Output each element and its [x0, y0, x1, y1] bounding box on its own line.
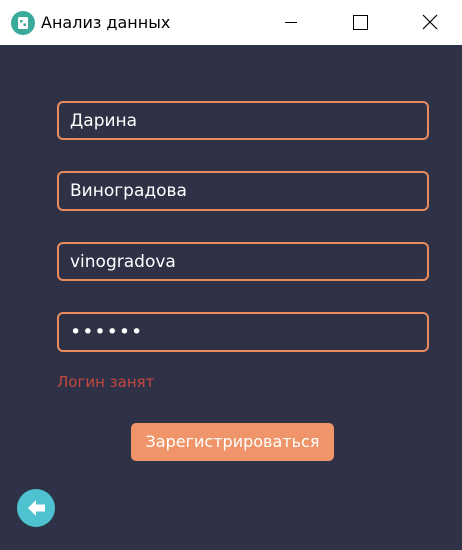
app-grid-icon: [11, 11, 35, 35]
window-title: Анализ данных: [41, 13, 171, 32]
login-field[interactable]: [57, 242, 429, 281]
error-message: Логин занят: [57, 373, 155, 391]
last-name-field[interactable]: [57, 171, 429, 211]
arrow-left-icon: [28, 500, 45, 516]
title-bar: Анализ данных: [0, 0, 462, 45]
minimize-icon: [285, 22, 297, 23]
register-button[interactable]: Зарегистрироваться: [131, 423, 334, 461]
register-button-label: Зарегистрироваться: [145, 432, 320, 451]
maximize-button[interactable]: [337, 0, 383, 45]
password-field[interactable]: ••••••: [57, 312, 429, 352]
maximize-icon: [353, 15, 368, 30]
close-button[interactable]: [408, 0, 454, 45]
close-icon: [422, 14, 438, 30]
back-button[interactable]: [17, 489, 55, 527]
password-value: ••••••: [70, 321, 144, 343]
minimize-button[interactable]: [268, 0, 314, 45]
first-name-field[interactable]: [57, 101, 429, 140]
